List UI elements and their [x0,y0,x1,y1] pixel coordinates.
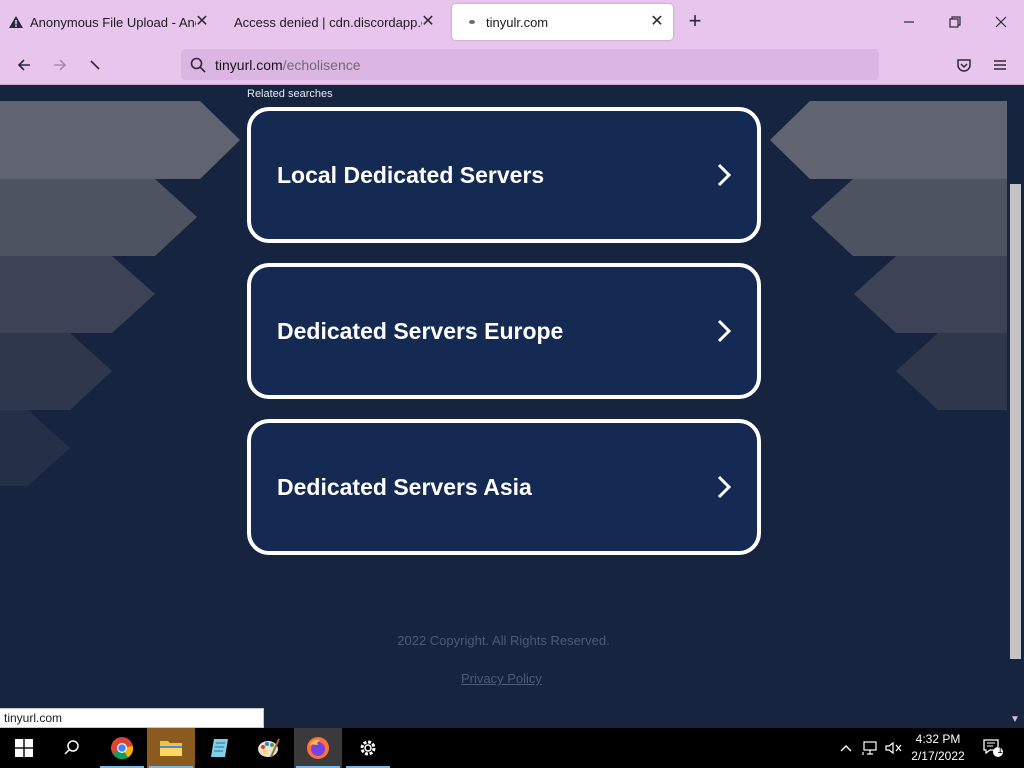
search-taskbar-button[interactable] [48,728,96,768]
close-tab-icon[interactable]: ✕ [420,14,436,30]
close-tab-icon[interactable]: ✕ [194,14,210,30]
back-button[interactable] [11,52,37,78]
start-button[interactable] [0,728,48,768]
tab-anonymous-file-upload[interactable]: Anonymous File Upload - Anon ✕ [8,4,218,40]
chevron-up-icon [840,745,852,752]
gear-icon [360,740,376,756]
action-center-button[interactable]: 1 [978,728,1008,768]
privacy-policy-link[interactable]: Privacy Policy [461,671,542,686]
result-label: Dedicated Servers Asia [277,473,532,500]
menu-icon[interactable] [987,52,1013,78]
pocket-icon[interactable] [951,52,977,78]
result-local-dedicated-servers[interactable]: Local Dedicated Servers [247,107,761,243]
url-path: /echolisence [282,56,361,73]
tab-title: Anonymous File Upload - Anon [30,14,196,30]
chevron-right-icon [717,163,732,187]
clock-date: 2/17/2022 [911,749,965,763]
taskbar-clock[interactable]: 4:32 PM 2/17/2022 [903,731,973,765]
paint-palette-icon [258,738,280,758]
navigation-toolbar: tinyurl.com/echolisence [0,44,1024,85]
notepad-taskbar-button[interactable] [196,728,244,768]
network-tray-icon[interactable] [859,728,883,768]
notepad-icon [211,739,228,757]
tab-tinyulr[interactable]: tinyulr.com ✕ [452,4,673,40]
loading-dot-icon [464,14,480,30]
tab-strip: Anonymous File Upload - Anon ✕ Access de… [0,0,1024,44]
result-label: Dedicated Servers Europe [277,317,564,344]
show-hidden-icons-chevron[interactable] [836,728,856,768]
copyright-text: 2022 Copyright. All Rights Reserved. [397,633,610,648]
page-content: Related searches Local Dedicated Servers… [0,86,1007,727]
close-tab-icon[interactable]: ✕ [649,14,665,30]
chrome-icon [111,737,134,760]
firefox-icon [307,737,329,759]
address-bar[interactable]: tinyurl.com/echolisence [181,49,879,80]
result-dedicated-servers-asia[interactable]: Dedicated Servers Asia [247,419,761,555]
related-searches-heading: Related searches [247,88,333,100]
search-icon [190,57,206,73]
result-dedicated-servers-europe[interactable]: Dedicated Servers Europe [247,263,761,399]
status-bar-link: tinyurl.com [0,708,264,728]
stop-loading-icon[interactable] [82,52,108,78]
folder-icon [160,741,182,756]
result-label: Local Dedicated Servers [277,161,545,188]
windows-taskbar: 4:32 PM 2/17/2022 1 [0,728,1024,768]
settings-taskbar-button[interactable] [344,728,392,768]
network-icon [862,741,877,755]
windows-logo-icon [15,739,33,757]
file-explorer-taskbar-button[interactable] [147,728,195,768]
paint-taskbar-button[interactable] [245,728,293,768]
clock-time: 4:32 PM [915,732,961,746]
chevron-right-icon [717,319,732,343]
tab-title: Access denied | cdn.discordapp.com [234,14,422,30]
volume-muted-tray-icon[interactable] [883,728,905,768]
restore-button[interactable] [940,8,970,36]
chevron-right-icon [717,475,732,499]
scrollbar-thumb[interactable] [1010,184,1021,659]
tab-title: tinyulr.com [486,14,549,30]
volume-muted-icon [885,741,902,755]
forward-button[interactable] [47,52,73,78]
warning-triangle-icon [8,14,24,30]
url-text: tinyurl.com/echolisence [215,57,361,73]
tab-access-denied[interactable]: Access denied | cdn.discordapp.com ✕ [226,4,444,40]
url-host: tinyurl.com [215,56,283,73]
close-window-button[interactable] [986,8,1016,36]
search-icon [64,740,79,755]
chrome-taskbar-button[interactable] [98,728,146,768]
notification-count-badge: 1 [997,745,1003,756]
page-scrollbar[interactable]: ▼ [1007,86,1024,727]
firefox-taskbar-button[interactable] [294,728,342,768]
new-tab-button[interactable]: + [684,10,706,33]
minimize-button[interactable] [894,8,924,36]
scroll-down-arrow-icon[interactable]: ▼ [1010,714,1020,725]
